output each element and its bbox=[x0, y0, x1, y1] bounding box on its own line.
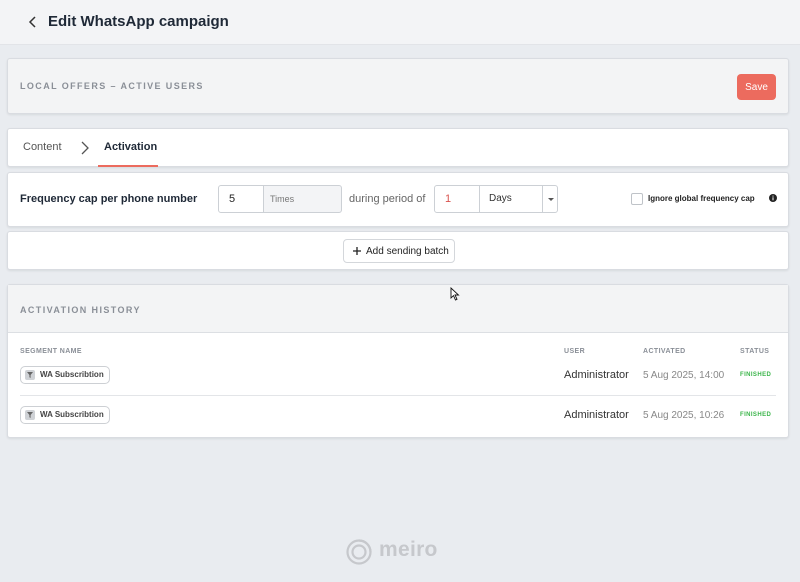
campaign-header-card: LOCAL OFFERS – ACTIVE USERS Save bbox=[7, 58, 789, 114]
filter-icon bbox=[25, 370, 35, 380]
column-header-user: USER bbox=[564, 348, 586, 355]
mouse-cursor-icon bbox=[450, 287, 460, 301]
logo-text: meiro bbox=[379, 538, 438, 561]
column-header-segment: SEGMENT NAME bbox=[20, 348, 82, 355]
meiro-logo-icon bbox=[346, 539, 372, 565]
during-period-label: during period of bbox=[349, 193, 426, 205]
chevron-right-icon bbox=[81, 141, 89, 155]
top-bar: Edit WhatsApp campaign bbox=[0, 0, 800, 45]
row-activated: 5 Aug 2025, 14:00 bbox=[643, 370, 725, 381]
sending-batch-card: Add sending batch bbox=[7, 231, 789, 270]
status-badge: FINISHED bbox=[740, 412, 772, 418]
tabs-card: Content Activation bbox=[7, 128, 789, 167]
campaign-name: LOCAL OFFERS – ACTIVE USERS bbox=[20, 81, 204, 91]
active-tab-indicator bbox=[98, 165, 158, 167]
row-user: Administrator bbox=[564, 409, 629, 421]
frequency-cap-label: Frequency cap per phone number bbox=[20, 193, 198, 205]
period-input[interactable]: 1 bbox=[434, 185, 480, 213]
row-divider bbox=[20, 395, 776, 396]
activation-history-header: ACTIVATION HISTORY bbox=[8, 285, 788, 333]
plus-icon bbox=[353, 247, 361, 255]
segment-name: WA Subscribtion bbox=[40, 410, 104, 419]
page-title: Edit WhatsApp campaign bbox=[48, 13, 229, 30]
times-unit-label: Times bbox=[263, 185, 342, 213]
row-activated: 5 Aug 2025, 10:26 bbox=[643, 410, 725, 421]
activation-history-title: ACTIVATION HISTORY bbox=[20, 305, 141, 315]
ignore-global-cap-label: Ignore global frequency cap bbox=[648, 194, 755, 203]
back-icon[interactable] bbox=[26, 14, 40, 30]
add-sending-batch-label: Add sending batch bbox=[366, 246, 449, 257]
ignore-global-cap-checkbox[interactable] bbox=[631, 193, 643, 205]
column-header-status: STATUS bbox=[740, 348, 770, 355]
frequency-cap-card: Frequency cap per phone number 5 Times d… bbox=[7, 172, 789, 227]
row-user: Administrator bbox=[564, 369, 629, 381]
tab-content[interactable]: Content bbox=[23, 141, 62, 153]
info-icon bbox=[769, 194, 777, 202]
meiro-logo: meiro bbox=[345, 538, 455, 566]
column-header-activated: ACTIVATED bbox=[643, 348, 686, 355]
times-input[interactable]: 5 bbox=[218, 185, 264, 213]
tab-activation[interactable]: Activation bbox=[104, 141, 157, 153]
activation-history-card: ACTIVATION HISTORY SEGMENT NAME USER ACT… bbox=[7, 284, 789, 438]
segment-chip[interactable]: WA Subscribtion bbox=[20, 406, 110, 424]
segment-name: WA Subscribtion bbox=[40, 370, 104, 379]
save-button[interactable]: Save bbox=[737, 74, 776, 100]
filter-icon bbox=[25, 410, 35, 420]
status-badge: FINISHED bbox=[740, 372, 772, 378]
segment-chip[interactable]: WA Subscribtion bbox=[20, 366, 110, 384]
chevron-down-icon[interactable] bbox=[542, 186, 557, 212]
add-sending-batch-button[interactable]: Add sending batch bbox=[343, 239, 455, 263]
